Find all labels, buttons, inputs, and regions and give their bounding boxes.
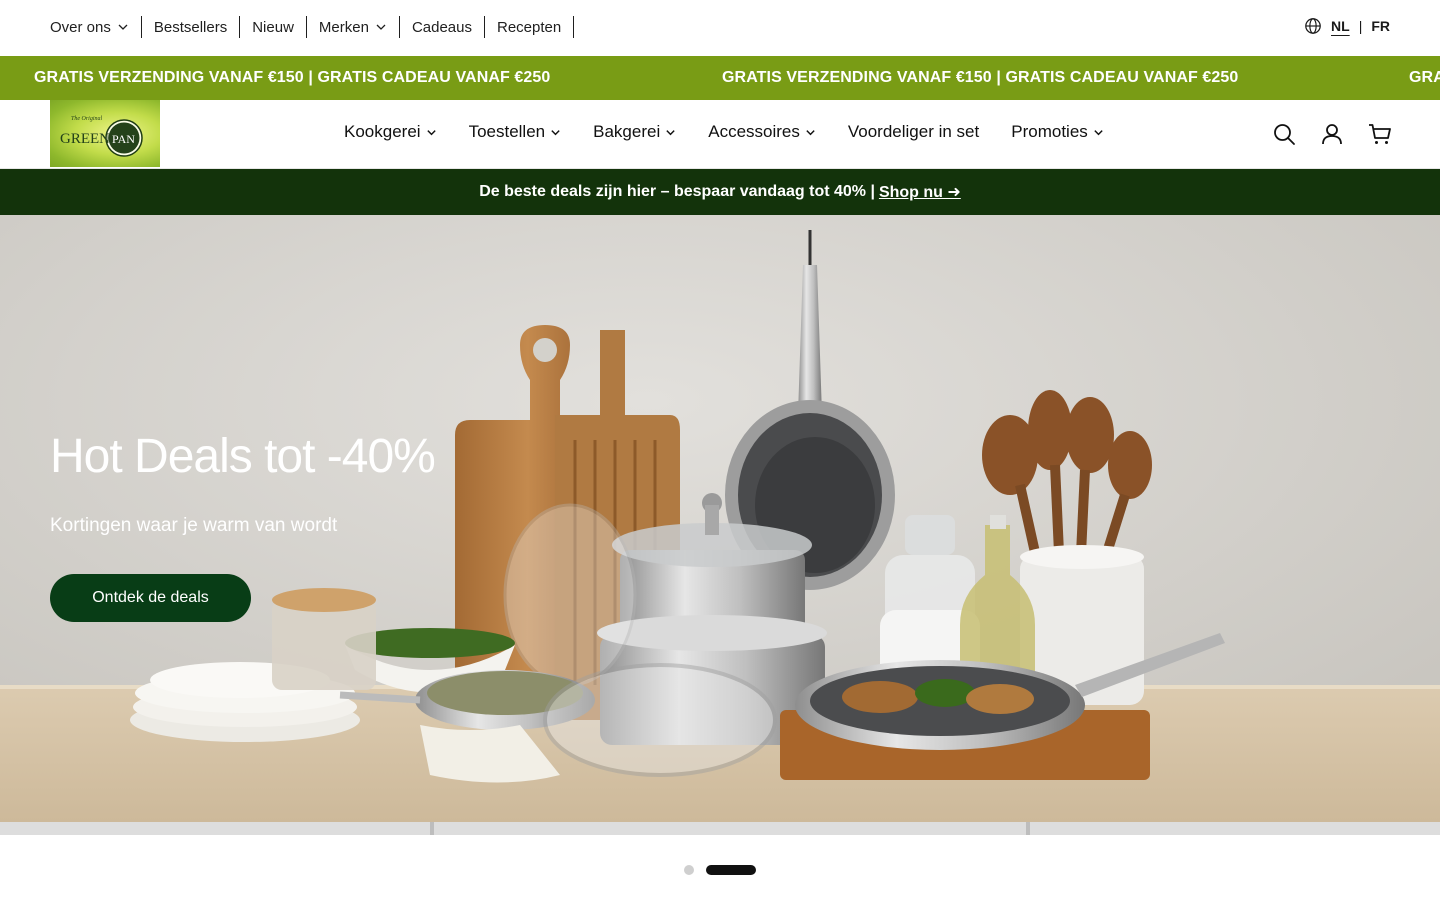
logo-brand-left: GREEN [60, 131, 110, 147]
announcement-marquee: GRATIS VERZENDING VANAF €150 | GRATIS CA… [0, 56, 1440, 100]
search-icon[interactable] [1272, 122, 1296, 146]
slider-dot-active[interactable] [706, 865, 756, 875]
chevron-down-icon [666, 129, 675, 135]
nav-promoties[interactable]: Promoties [1011, 122, 1104, 142]
main-header: The Original GREEN PAN Kookgerei Toestel… [0, 100, 1440, 169]
language-switcher: NL | FR [1304, 17, 1390, 35]
hero-subtitle: Kortingen waar je warm van wordt [50, 515, 338, 536]
promo-bar: De beste deals zijn hier – bespaar vanda… [0, 169, 1440, 215]
util-nav-label: Recepten [496, 18, 562, 36]
util-nav-recepten[interactable]: Recepten [485, 16, 575, 38]
greenpan-logo[interactable]: The Original GREEN PAN [50, 100, 160, 167]
main-nav: Kookgerei Toestellen Bakgerei Accessoire… [344, 122, 1136, 142]
nav-label: Bakgerei [593, 122, 661, 141]
util-nav-bestsellers[interactable]: Bestsellers [142, 16, 241, 38]
utility-bar: Over ons Bestsellers Nieuw Merken Cadeau… [0, 0, 1440, 56]
slider-pagination [684, 865, 768, 875]
header-actions [1248, 122, 1392, 146]
nav-label: Accessoires [708, 122, 800, 141]
greenpan-logo-mark: The Original GREEN PAN [60, 116, 143, 157]
nav-voordeliger-in-set[interactable]: Voordeliger in set [848, 122, 979, 142]
util-nav-label: Bestsellers [153, 18, 228, 36]
util-nav-nieuw[interactable]: Nieuw [240, 16, 307, 38]
account-icon[interactable] [1320, 122, 1344, 146]
logo-brand-right: PAN [112, 132, 135, 146]
hero-banner: Hot Deals tot -40% Kortingen waar je war… [0, 215, 1440, 835]
logo-small-text: The Original [71, 116, 103, 122]
utility-nav: Over ons Bestsellers Nieuw Merken Cadeau… [50, 16, 575, 38]
language-nl[interactable]: NL [1331, 18, 1350, 34]
util-nav-label: Nieuw [252, 18, 294, 36]
promo-text: De beste deals zijn hier – bespaar vanda… [479, 183, 875, 200]
language-fr[interactable]: FR [1371, 18, 1390, 34]
util-nav-label: Over ons [50, 18, 111, 36]
discover-deals-button[interactable]: Ontdek de deals [50, 574, 251, 622]
language-separator: | [1358, 18, 1363, 34]
chevron-down-icon [551, 129, 560, 135]
marquee-text: GRATIS VERZENDING VANAF €150 | GRATIS CA… [34, 69, 551, 86]
nav-label: Promoties [1011, 122, 1088, 141]
chevron-down-icon [118, 24, 128, 30]
nav-label: Toestellen [468, 122, 546, 141]
hero-title: Hot Deals tot -40% [50, 430, 436, 483]
marquee-text: GRATIS VERZENDING VANAF €150 | GRATIS CA… [722, 69, 1239, 86]
util-nav-label: Cadeaus [411, 18, 472, 36]
marquee-text-partial: GRA [1409, 69, 1440, 86]
slider-dot[interactable] [684, 865, 694, 875]
chevron-down-icon [1094, 129, 1103, 135]
nav-accessoires[interactable]: Accessoires [708, 122, 816, 142]
nav-toestellen[interactable]: Toestellen [469, 122, 562, 142]
nav-kookgerei[interactable]: Kookgerei [344, 122, 437, 142]
chevron-down-icon [376, 24, 386, 30]
util-nav-cadeaus[interactable]: Cadeaus [400, 16, 485, 38]
nav-label: Voordeliger in set [847, 122, 980, 141]
cart-icon[interactable] [1368, 122, 1392, 146]
globe-icon [1305, 18, 1321, 34]
util-nav-merken[interactable]: Merken [307, 16, 400, 38]
nav-bakgerei[interactable]: Bakgerei [593, 122, 676, 142]
chevron-down-icon [426, 129, 436, 135]
util-nav-label: Merken [318, 18, 369, 36]
chevron-down-icon [806, 129, 815, 135]
shop-now-link[interactable]: Shop nu ➜ [879, 182, 961, 202]
util-nav-over-ons[interactable]: Over ons [50, 16, 142, 38]
nav-label: Kookgerei [344, 122, 421, 141]
